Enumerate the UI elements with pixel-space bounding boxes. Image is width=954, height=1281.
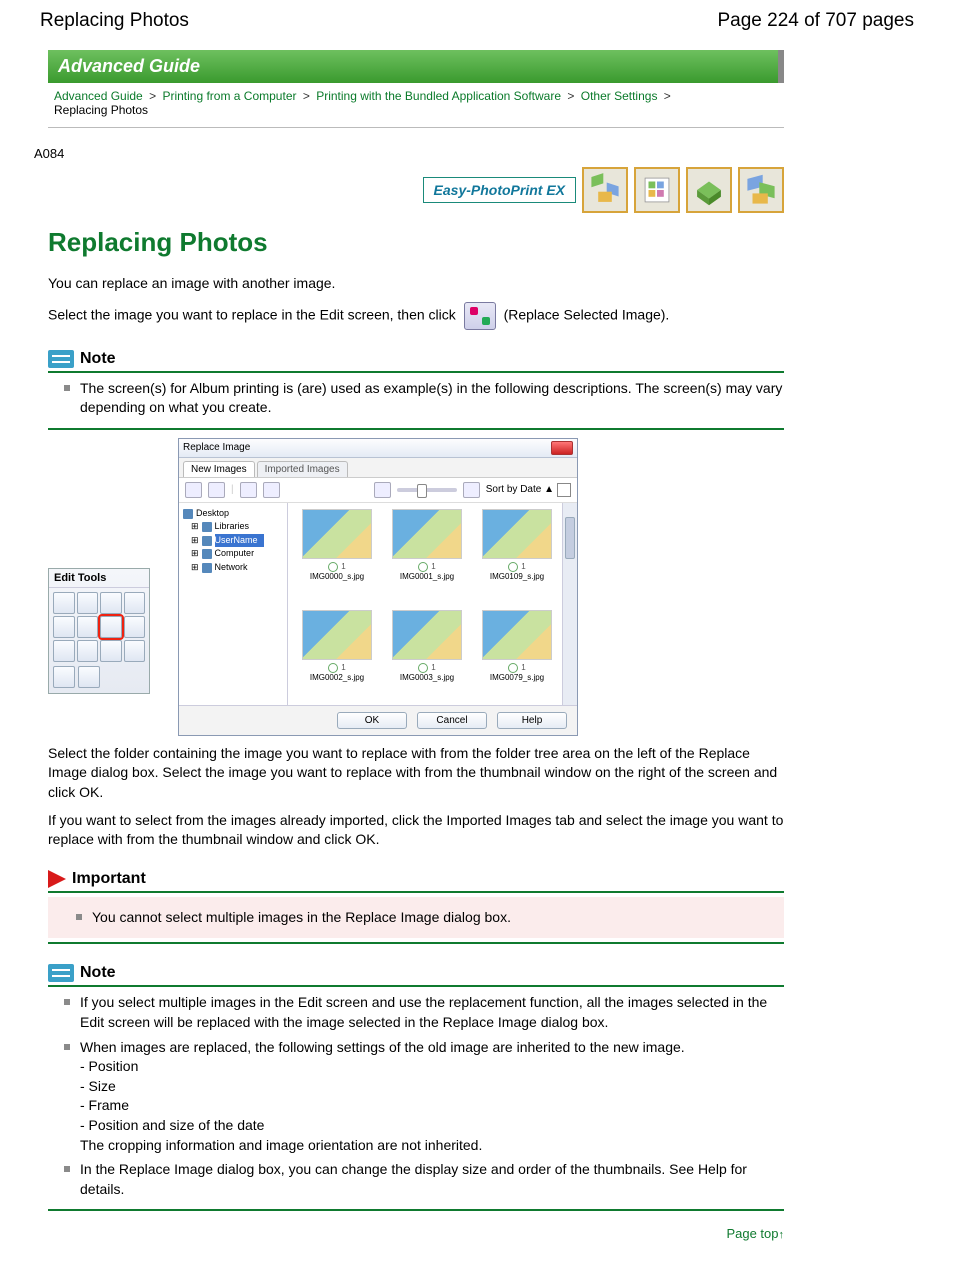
replace-image-dialog: Replace Image New Images Imported Images… (178, 438, 578, 736)
folder-icon (202, 522, 212, 532)
copies-icon (508, 663, 518, 673)
note-item: When images are replaced, the following … (64, 1038, 784, 1156)
cancel-button[interactable]: Cancel (417, 712, 487, 729)
folder-icon (202, 536, 212, 546)
important-icon (48, 870, 66, 888)
thumbnail-item[interactable]: 1IMG0000_s.jpg (294, 509, 380, 604)
folder-tree[interactable]: Desktop ⊞Libraries ⊞UserName ⊞Computer ⊞… (179, 503, 288, 705)
breadcrumb-current: Replacing Photos (54, 103, 148, 117)
copies-icon (328, 562, 338, 572)
layout-thumb-icon (686, 167, 732, 213)
breadcrumb: Advanced Guide > Printing from a Compute… (48, 83, 784, 128)
breadcrumb-link[interactable]: Other Settings (581, 89, 658, 103)
thumbnail-item[interactable]: 1IMG0001_s.jpg (384, 509, 470, 604)
network-icon (202, 563, 212, 573)
tab-new-images[interactable]: New Images (183, 461, 255, 477)
ok-button[interactable]: OK (337, 712, 407, 729)
thumbnail-grid[interactable]: 1IMG0000_s.jpg 1IMG0001_s.jpg 1IMG0109_s… (288, 503, 562, 705)
breadcrumb-link[interactable]: Advanced Guide (54, 89, 143, 103)
important-header: Important (48, 866, 784, 893)
thumb-large-icon (463, 482, 480, 498)
copies-icon (328, 663, 338, 673)
thumbnail-item[interactable]: 1IMG0002_s.jpg (294, 610, 380, 705)
sort-label[interactable]: Sort by Date ▲ (486, 484, 554, 495)
tool-button[interactable] (77, 592, 99, 614)
thumb-size-slider[interactable] (397, 488, 457, 492)
note-header: Note (48, 346, 784, 373)
copies-icon (418, 562, 428, 572)
rotate-icon[interactable] (263, 482, 280, 498)
page-top-link[interactable]: Page top↑ (726, 1226, 784, 1241)
thumbnail-item[interactable]: 1IMG0079_s.jpg (474, 610, 560, 705)
tool-button[interactable] (78, 666, 100, 688)
copies-icon (508, 562, 518, 572)
tool-button[interactable] (53, 616, 75, 638)
breadcrumb-link[interactable]: Printing with the Bundled Application So… (316, 89, 561, 103)
note-icon (48, 964, 74, 982)
desktop-icon (183, 509, 193, 519)
logo-row: Easy-PhotoPrint EX (48, 167, 784, 213)
edit-tools-panel: Edit Tools (48, 568, 150, 694)
sort-dropdown-icon[interactable] (557, 483, 571, 497)
intro-text: You can replace an image with another im… (48, 274, 784, 294)
note-icon (48, 350, 74, 368)
tool-button[interactable] (124, 640, 146, 662)
tool-button[interactable] (100, 592, 122, 614)
breadcrumb-sep: > (149, 89, 156, 103)
replace-selected-image-icon (464, 302, 496, 330)
scrollbar[interactable] (562, 503, 577, 705)
tool-button[interactable] (77, 616, 99, 638)
thumbnail-item[interactable]: 1IMG0109_s.jpg (474, 509, 560, 604)
guide-banner: Advanced Guide (48, 50, 784, 83)
page-title: Replacing Photos (48, 227, 784, 258)
tool-button[interactable] (53, 640, 75, 662)
page-counter: Page 224 of 707 pages (717, 10, 914, 32)
note-item: If you select multiple images in the Edi… (64, 993, 784, 1032)
page-title-small: Replacing Photos (40, 10, 189, 32)
copies-icon (418, 663, 428, 673)
edit-tools-title: Edit Tools (49, 569, 149, 588)
tool-button[interactable] (124, 616, 146, 638)
note-header: Note (48, 960, 784, 987)
instruction-text: Select the image you want to replace in … (48, 302, 784, 330)
help-button[interactable]: Help (497, 712, 567, 729)
para: If you want to select from the images al… (48, 811, 784, 850)
tree-selected[interactable]: UserName (215, 534, 264, 548)
tool-button[interactable] (53, 666, 75, 688)
tab-imported-images[interactable]: Imported Images (257, 461, 348, 477)
computer-icon (202, 549, 212, 559)
tool-button[interactable] (124, 592, 146, 614)
up-arrow-icon: ↑ (779, 1229, 785, 1241)
layout-thumb-icon (582, 167, 628, 213)
dialog-title: Replace Image (183, 442, 250, 453)
close-icon[interactable] (551, 441, 573, 455)
topic-code: A084 (34, 146, 914, 161)
rotate-icon[interactable] (240, 482, 257, 498)
note-item: The screen(s) for Album printing is (are… (64, 379, 784, 418)
breadcrumb-link[interactable]: Printing from a Computer (162, 89, 296, 103)
tool-button-replace-image[interactable] (100, 616, 122, 638)
note-item: In the Replace Image dialog box, you can… (64, 1160, 784, 1199)
thumb-small-icon (374, 482, 391, 498)
tool-button[interactable] (77, 640, 99, 662)
app-logo: Easy-PhotoPrint EX (423, 177, 576, 203)
layout-thumb-icon (738, 167, 784, 213)
tool-button[interactable] (53, 592, 75, 614)
tool-button[interactable] (100, 640, 122, 662)
important-item: You cannot select multiple images in the… (76, 908, 772, 928)
view-icon[interactable] (208, 482, 225, 498)
layout-thumb-icon (634, 167, 680, 213)
view-icon[interactable] (185, 482, 202, 498)
para: Select the folder containing the image y… (48, 744, 784, 803)
thumbnail-item[interactable]: 1IMG0003_s.jpg (384, 610, 470, 705)
